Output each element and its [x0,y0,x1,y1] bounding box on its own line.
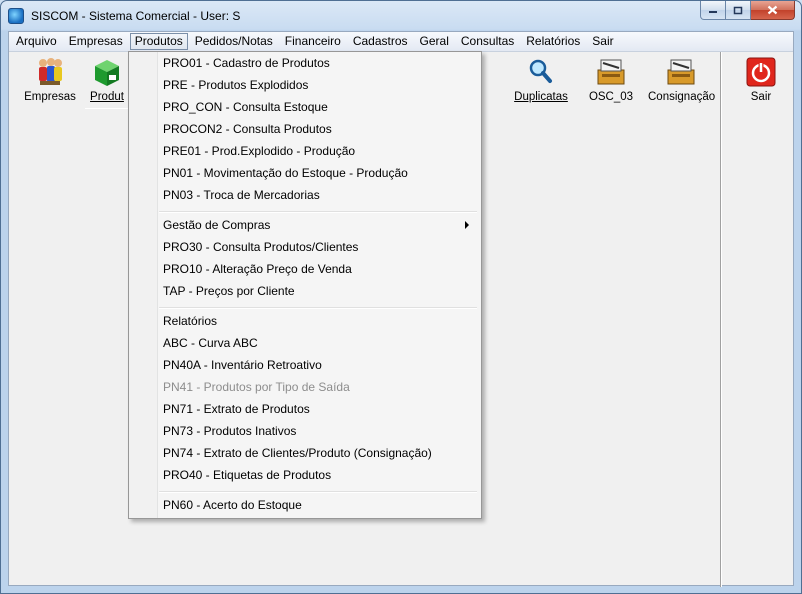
menu-pedidos-notas[interactable]: Pedidos/Notas [190,33,278,50]
menu-item-pn03[interactable]: PN03 - Troca de Mercadorias [163,184,320,206]
menu-item-pn41: PN41 - Produtos por Tipo de Saída [163,380,350,394]
cash-register-icon [665,56,697,88]
toolbar-consignacao-label: Consignação [648,91,716,103]
toolbar-empresas-label: Empresas [24,91,76,103]
toolbar-duplicatas-label: Duplicatas [514,91,568,103]
close-button[interactable] [751,1,795,20]
menu-item-procon2[interactable]: PROCON2 - Consulta Produtos [163,118,332,140]
power-icon [745,56,777,88]
menu-item-pn60[interactable]: PN60 - Acerto do Estoque [163,494,302,516]
menu-gutter [129,52,158,518]
menu-cadastros[interactable]: Cadastros [348,33,413,50]
menu-separator [159,211,477,213]
menu-geral[interactable]: Geral [415,33,454,50]
menu-item-pro-con[interactable]: PRO_CON - Consulta Estoque [163,96,328,118]
toolbar-produtos-button[interactable]: Produt [85,56,129,109]
window-controls [700,1,795,20]
menu-financeiro[interactable]: Financeiro [280,33,346,50]
cash-register-icon [595,56,627,88]
toolbar-osc03-button[interactable]: OSC_03 [584,56,638,108]
menu-produtos[interactable]: Produtos [129,33,188,50]
toolbar-sair-button[interactable]: Sair [740,56,782,108]
menu-item-gestao-compras[interactable]: Gestão de Compras [163,214,270,236]
people-icon [34,56,66,88]
menu-item-pro30[interactable]: PRO30 - Consulta Produtos/Clientes [163,236,358,258]
menu-item-relatorios[interactable]: Relatórios [163,310,217,332]
menu-item-pro40[interactable]: PRO40 - Etiquetas de Produtos [163,464,331,486]
menu-arquivo[interactable]: Arquivo [11,33,62,50]
menu-item-pn74[interactable]: PN74 - Extrato de Clientes/Produto (Cons… [163,442,432,464]
menu-consultas[interactable]: Consultas [456,33,519,50]
menu-item-pro10[interactable]: PRO10 - Alteração Preço de Venda [163,258,352,280]
close-icon [767,5,778,15]
menu-item-abc[interactable]: ABC - Curva ABC [163,332,258,354]
menu-sair[interactable]: Sair [587,33,618,50]
menu-separator [159,491,477,493]
menu-item-pre01[interactable]: PRE01 - Prod.Explodido - Produção [163,140,355,162]
toolbar-duplicatas-button[interactable]: Duplicatas [511,56,571,108]
maximize-button[interactable] [726,1,751,20]
window-title: SISCOM - Sistema Comercial - User: S [31,9,241,23]
app-icon[interactable] [8,8,24,24]
menu-relatorios[interactable]: Relatórios [521,33,585,50]
produtos-dropdown-menu: PRO01 - Cadastro de Produtos PRE - Produ… [128,51,482,519]
menu-item-pre[interactable]: PRE - Produtos Explodidos [163,74,308,96]
toolbar-osc03-label: OSC_03 [588,91,634,103]
submenu-arrow-icon [465,221,469,229]
menu-item-pn01[interactable]: PN01 - Movimentação do Estoque - Produçã… [163,162,408,184]
toolbar-sair-label: Sair [750,91,772,103]
toolbar-separator [720,52,722,587]
title-bar[interactable]: SISCOM - Sistema Comercial - User: S [1,1,801,31]
box-icon [91,56,123,88]
menu-item-pn73[interactable]: PN73 - Produtos Inativos [163,420,296,442]
menu-separator [159,307,477,309]
toolbar-produtos-label: Produt [90,91,124,103]
toolbar-consignacao-button[interactable]: Consignação [648,56,716,108]
menu-item-pn40a[interactable]: PN40A - Inventário Retroativo [163,354,322,376]
restore-icon [733,6,743,14]
minimize-icon [709,11,717,13]
minimize-button[interactable] [700,1,726,20]
menu-item-pro01[interactable]: PRO01 - Cadastro de Produtos [163,52,330,74]
menu-item-pn71[interactable]: PN71 - Extrato de Produtos [163,398,310,420]
menu-empresas[interactable]: Empresas [64,33,128,50]
magnifier-icon [525,56,557,88]
menu-bar: Arquivo Empresas Produtos Pedidos/Notas … [9,32,793,52]
menu-item-tap[interactable]: TAP - Preços por Cliente [163,280,295,302]
toolbar-empresas-button[interactable]: Empresas [23,56,77,108]
